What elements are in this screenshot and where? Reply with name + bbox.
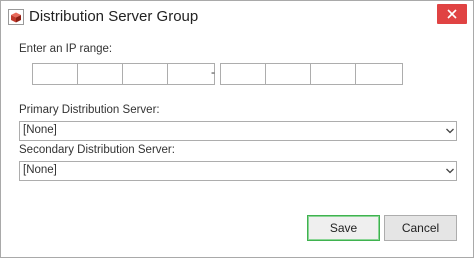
primary-server-select[interactable]: [None] (19, 121, 457, 141)
ip-start-octet-4[interactable] (167, 63, 215, 85)
primary-server-value: [None] (23, 124, 57, 136)
red-cube-icon (8, 9, 24, 25)
save-button-label: Save (329, 221, 358, 235)
secondary-server-label: Secondary Distribution Server: (19, 144, 175, 156)
save-button[interactable]: Save (307, 215, 380, 241)
ip-end-octet-4[interactable] (355, 63, 403, 85)
ip-end-octet-1[interactable] (220, 63, 268, 85)
close-icon (447, 9, 457, 19)
window-title: Distribution Server Group (29, 8, 199, 25)
ip-end-octet-3[interactable] (310, 63, 358, 85)
ip-start-octet-1[interactable] (32, 63, 80, 85)
title-bar: Distribution Server Group (1, 1, 473, 33)
ip-end-octet-2[interactable] (265, 63, 313, 85)
chevron-down-icon (446, 128, 454, 134)
ip-start-octet-3[interactable] (122, 63, 170, 85)
ip-start-octet-2[interactable] (77, 63, 125, 85)
chevron-down-icon (446, 168, 454, 174)
ip-range-separator: - (211, 65, 215, 79)
secondary-server-select[interactable]: [None] (19, 161, 457, 181)
close-button[interactable] (437, 4, 467, 24)
cancel-button-label: Cancel (401, 221, 440, 235)
secondary-server-value: [None] (23, 164, 57, 176)
ip-range-label: Enter an IP range: (19, 43, 113, 55)
primary-server-label: Primary Distribution Server: (19, 104, 160, 116)
cancel-button[interactable]: Cancel (384, 215, 457, 241)
dialog-window: Distribution Server Group Enter an IP ra… (0, 0, 474, 258)
